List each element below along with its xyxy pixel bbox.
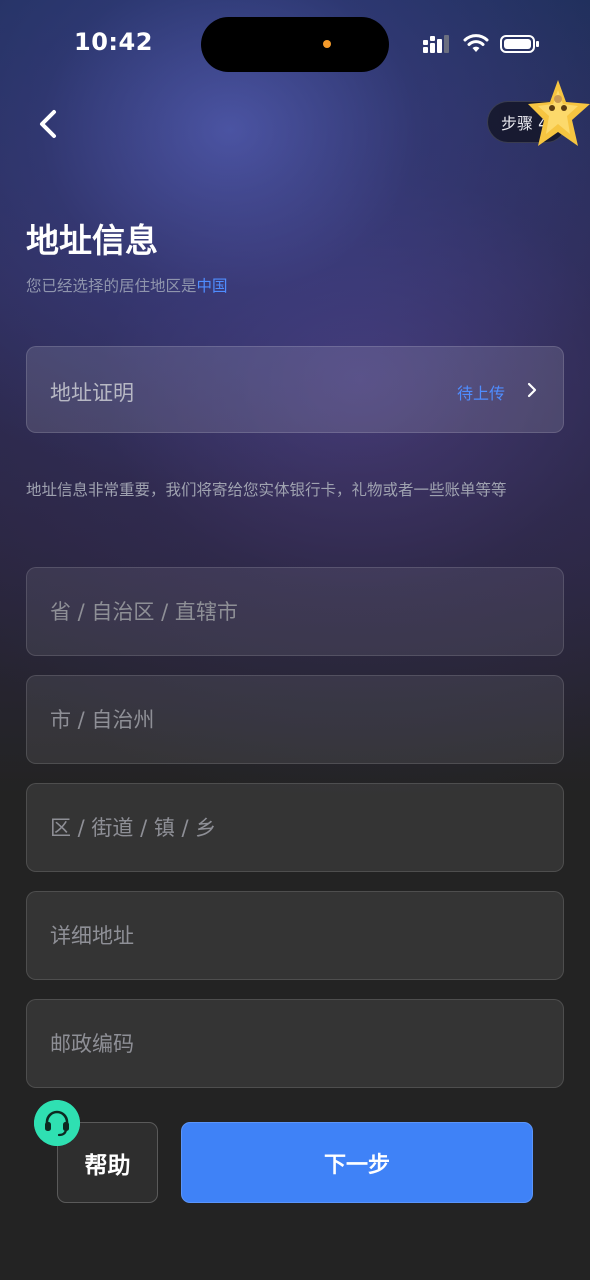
star-mascot-icon <box>528 80 590 146</box>
next-step-button[interactable]: 下一步 <box>181 1122 533 1203</box>
address-proof-row[interactable]: 地址证明 待上传 <box>26 346 564 433</box>
district-field <box>26 783 564 872</box>
back-button[interactable] <box>30 104 66 144</box>
dynamic-island <box>201 17 389 72</box>
detail-address-field <box>26 891 564 980</box>
next-step-label: 下一步 <box>323 1152 390 1178</box>
battery-icon <box>500 35 539 53</box>
city-input[interactable] <box>27 676 563 763</box>
upload-status: 待上传 <box>457 384 506 403</box>
residence-subtitle: 您已经选择的居住地区是中国 <box>26 274 228 296</box>
city-field <box>26 675 564 764</box>
recording-indicator-icon <box>323 40 331 48</box>
postcode-field <box>26 999 564 1088</box>
district-input[interactable] <box>27 784 563 871</box>
chevron-right-icon <box>527 382 537 398</box>
status-time: 10:42 <box>74 28 153 56</box>
help-label: 帮助 <box>84 1152 131 1179</box>
province-input[interactable] <box>27 568 563 655</box>
page-title: 地址信息 <box>26 221 158 260</box>
detail-address-input[interactable] <box>27 892 563 979</box>
cellular-signal-icon <box>423 35 449 53</box>
headset-icon[interactable] <box>34 1100 80 1146</box>
selected-country: 中国 <box>196 277 228 295</box>
address-proof-label: 地址证明 <box>50 381 134 405</box>
wifi-icon <box>463 34 489 52</box>
subtitle-text: 您已经选择的居住地区是 <box>26 277 197 295</box>
status-bar: 10:42 <box>0 0 590 90</box>
address-importance-note: 地址信息非常重要，我们将寄给您实体银行卡，礼物或者一些账单等等 <box>26 481 507 499</box>
province-field <box>26 567 564 656</box>
postcode-input[interactable] <box>27 1000 563 1087</box>
